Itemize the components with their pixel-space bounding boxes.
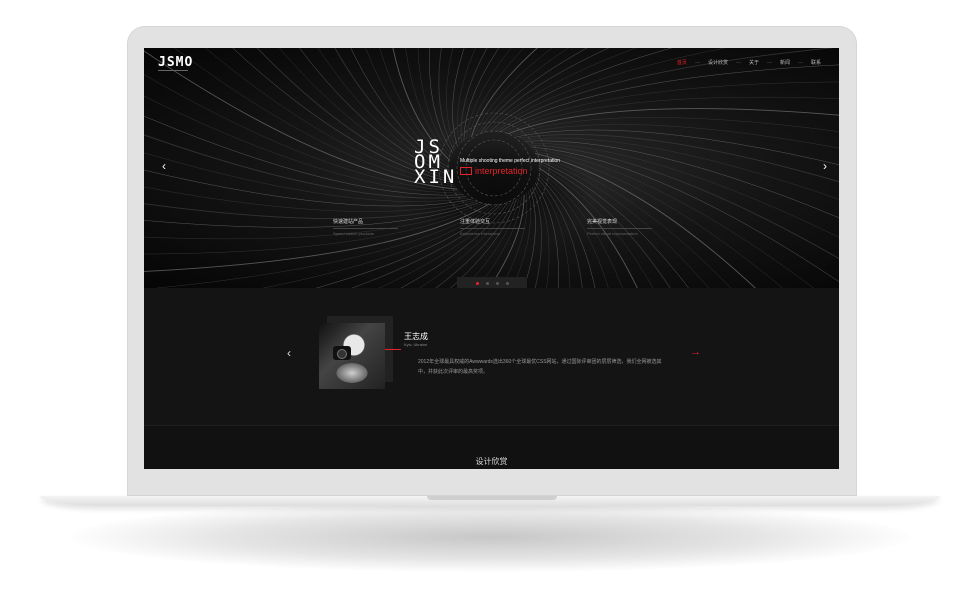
testimonial-name: 王志成 (404, 332, 428, 341)
nav-separator: — (797, 59, 803, 66)
swirl-line (523, 189, 536, 288)
arrow-right-icon[interactable]: → (690, 346, 701, 358)
swirl-line (536, 155, 732, 288)
site-logo[interactable]: JSMO (158, 55, 193, 70)
laptop-shadow (70, 502, 910, 572)
feature-divider (333, 228, 398, 229)
testimonial-location: Kyiv, Ukraine (404, 342, 428, 347)
nav-separator: — (735, 59, 741, 66)
nav-item-about[interactable]: 关于 (749, 59, 759, 66)
swirl-line (466, 48, 512, 140)
monitor-icon (460, 167, 472, 175)
swirl-line (438, 48, 455, 152)
swirl-line (507, 108, 839, 135)
nav-separator: — (766, 59, 772, 66)
swirl-line (256, 48, 452, 181)
avatar (319, 323, 385, 389)
feature-divider (587, 228, 652, 229)
testimonial-text: 2012年全球最具权威的Awwwards选出360个全球最优CSS网站，通过国际… (418, 359, 662, 375)
swirl-line (536, 177, 583, 288)
main-nav: 首页 — 设计欣赏 — 关于 — 新闻 — 联系 (653, 59, 821, 67)
swirl-line (378, 202, 506, 288)
feature-item[interactable]: 完美视觉表现 Perfect visual representation (587, 218, 652, 236)
pager-dot[interactable] (486, 282, 489, 285)
pager-dot[interactable] (476, 282, 479, 285)
feature-title: 完美视觉表现 (587, 219, 618, 225)
swirl-line (155, 203, 493, 288)
swirl-line (500, 192, 528, 288)
hero-title: JS OM XIN (414, 138, 458, 188)
nav-item-news[interactable]: 新闻 (780, 59, 790, 66)
feature-divider (460, 228, 525, 229)
feature-title: 快速建站产品 (333, 219, 364, 225)
nav-item-home[interactable]: 首页 (677, 59, 687, 66)
laptop-notch (427, 496, 557, 500)
swirl-line (531, 186, 542, 288)
swirl-line (446, 48, 457, 150)
website-screen: JSMO 首页 — 设计欣赏 — 关于 — 新闻 — 联系 ‹ › JS OM … (144, 48, 839, 469)
logo-underline (158, 70, 188, 71)
hero-title-line: XIN (414, 166, 458, 188)
hero-tagline: Multiple shooting theme perfect interpre… (460, 158, 561, 164)
swirl-line (144, 200, 478, 219)
pager-dot[interactable] (506, 282, 509, 285)
chevron-left-icon[interactable]: ‹ (287, 346, 291, 360)
swirl-line (400, 202, 509, 288)
swirl-line (510, 117, 839, 135)
swirl-line (530, 146, 839, 283)
feature-subtitle: Experience Interaction (460, 231, 500, 236)
swirl-line (460, 48, 488, 144)
nav-item-contact[interactable]: 联系 (811, 59, 821, 66)
feature-item[interactable]: 快速建站产品 Speed station products (333, 218, 398, 236)
feature-subtitle: Speed station products (333, 231, 374, 236)
camera-icon (333, 346, 351, 360)
gallery-section: 设计欣赏 (144, 426, 839, 469)
hero-red-text: interpretation (475, 166, 528, 176)
swirl-line (144, 202, 481, 228)
swirl-line (533, 184, 550, 288)
hero-banner: JSMO 首页 — 设计欣赏 — 关于 — 新闻 — 联系 ‹ › JS OM … (144, 48, 839, 288)
section-title: 设计欣赏 (475, 457, 508, 466)
swirl-line (519, 133, 839, 183)
accent-line (385, 349, 401, 350)
feature-subtitle: Perfect visual representation (587, 231, 638, 236)
testimonial-section: ‹ → 王志成 Kyiv, Ukraine 2012年全球最具权威的Awwwar… (144, 288, 839, 425)
swirl-line (205, 48, 455, 186)
nav-item-design[interactable]: 设计欣赏 (708, 59, 728, 66)
slider-pager (457, 277, 527, 288)
swirl-line (262, 203, 496, 288)
feature-item[interactable]: 注重体验交互 Experience Interaction (460, 218, 525, 236)
swirl-line (535, 152, 756, 288)
swirl-line (452, 48, 465, 147)
nav-separator: — (694, 59, 700, 66)
pager-dot[interactable] (496, 282, 499, 285)
swirl-line (232, 48, 453, 183)
swirl-line (144, 74, 460, 192)
swirl-line (476, 196, 522, 288)
feature-title: 注重体验交互 (460, 219, 491, 225)
swirl-line (524, 140, 839, 219)
swirl-line (532, 148, 814, 288)
swirl-line (351, 203, 503, 288)
hero-red-label: interpretation (460, 166, 528, 176)
chevron-left-icon[interactable]: ‹ (158, 159, 170, 173)
chevron-right-icon[interactable]: › (819, 159, 831, 173)
